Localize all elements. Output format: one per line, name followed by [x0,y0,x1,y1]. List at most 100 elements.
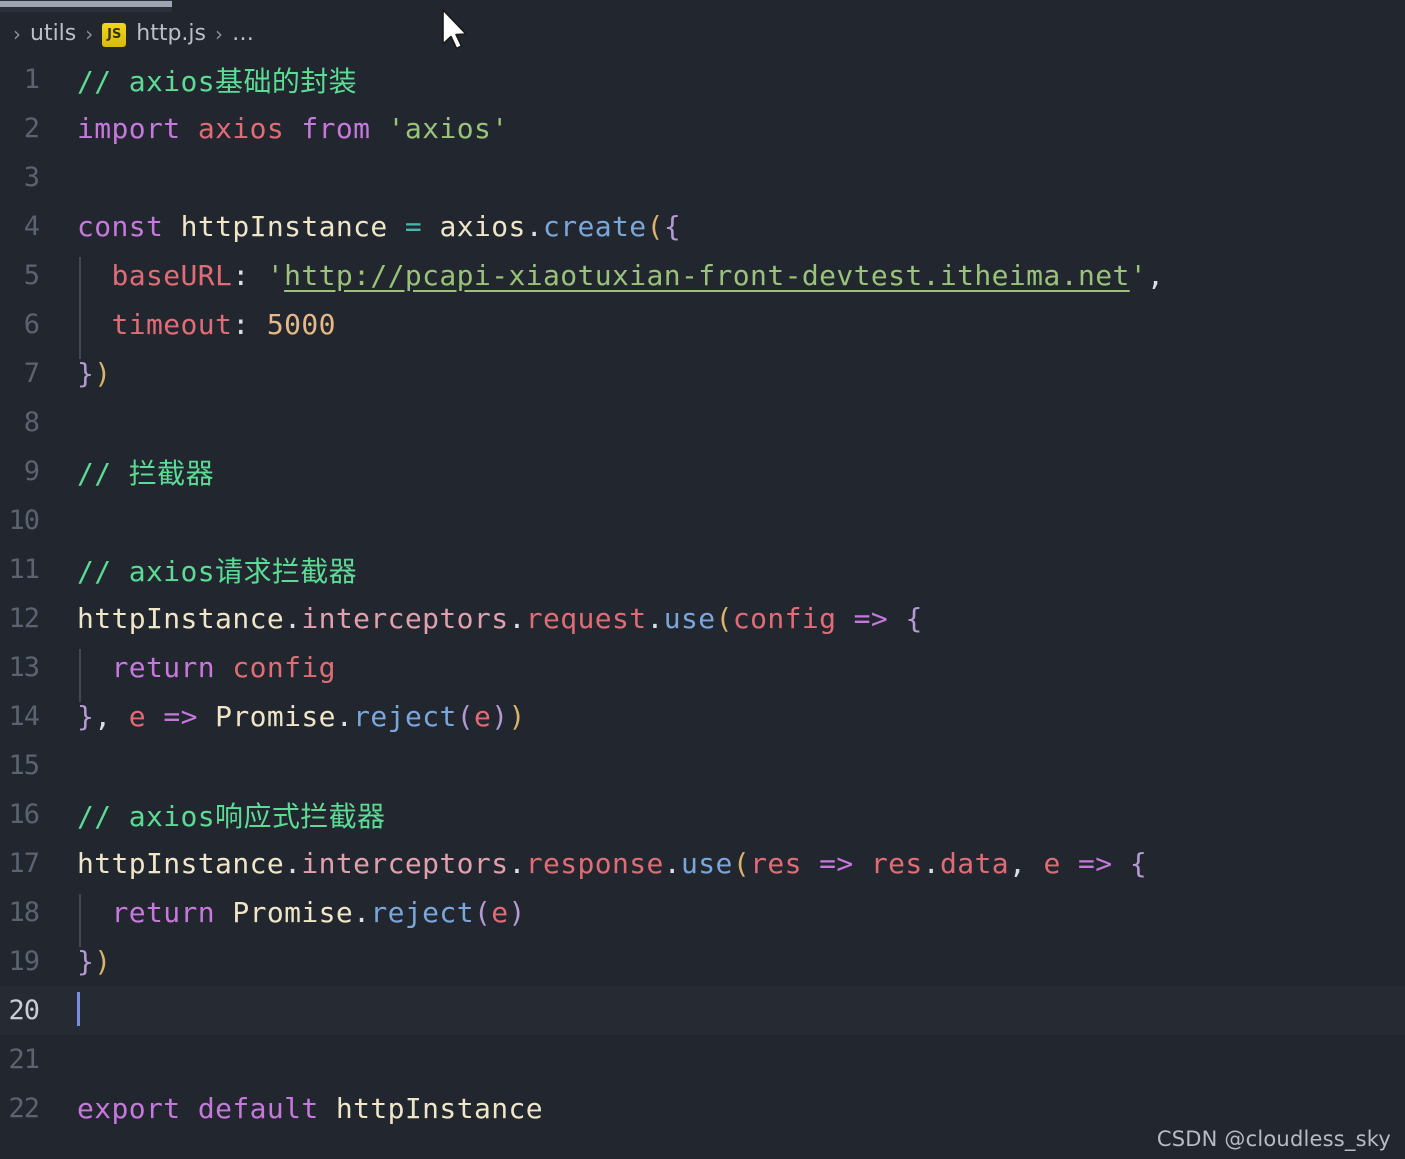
code-line-content[interactable]: timeout: 5000 [52,306,1405,359]
line-number: 13 [8,652,40,683]
code-token: . [663,847,682,880]
code-line-content[interactable]: }) [52,945,1405,978]
code-token: create [543,210,647,243]
code-line-content[interactable]: export default httpInstance [52,1092,1405,1125]
code-line-content[interactable]: return Promise.reject(e) [52,894,1405,947]
code-token: ( [732,847,751,880]
line-number: 22 [8,1093,40,1124]
code-line[interactable]: 3 [0,153,1405,202]
line-number: 10 [8,505,40,536]
code-line[interactable]: 4 const httpInstance = axios.create({ [0,202,1405,251]
code-token: . [508,602,526,635]
breadcrumb[interactable]: › utils › JS http.js › … [0,12,1405,55]
line-number: 19 [8,946,40,977]
code-line-content[interactable]: // axios基础的封装 [52,60,1405,100]
code-token: => [163,700,198,733]
code-token: const [77,210,164,243]
code-token: // axios基础的封装 [77,64,358,98]
line-number: 11 [8,554,40,585]
code-line-content[interactable]: }) [52,357,1405,390]
code-token: interceptors [301,602,509,635]
code-line[interactable]: 6 timeout: 5000 [0,300,1405,359]
line-number: 9 [23,456,40,487]
code-token: use [663,602,716,635]
code-token: request [525,602,647,635]
code-line[interactable]: 17 httpInstance.interceptors.response.use… [0,839,1405,888]
line-number: 5 [23,260,40,291]
code-line-content[interactable] [52,992,1405,1028]
chevron-right-icon: › [85,21,94,46]
code-token: ( [715,602,733,635]
code-token: ) [508,896,526,929]
code-line[interactable]: 18 return Promise.reject(e) [0,888,1405,947]
code-token: from [301,112,371,145]
code-line[interactable]: 20 [0,986,1405,1035]
line-number: 12 [8,603,40,634]
breadcrumb-item-folder[interactable]: utils [30,21,76,46]
code-line[interactable]: 21 [0,1035,1405,1084]
code-token: data [939,847,1009,880]
code-line[interactable]: 22 export default httpInstance [0,1084,1405,1133]
line-number: 4 [23,211,40,242]
code-token[interactable]: http://pcapi-xiaotuxian-front-devtest.it… [284,259,1130,292]
code-token: baseURL [111,259,233,292]
line-number: 21 [8,1044,40,1075]
code-token: } [77,357,95,390]
code-line-content[interactable]: import axios from 'axios' [52,112,1405,145]
code-token: // 拦截器 [77,456,214,490]
code-token: . [284,602,302,635]
code-editor[interactable]: 1// axios基础的封装 2 import axios from 'axios'… [0,55,1405,1159]
code-line[interactable]: 9 // 拦截器 [0,447,1405,496]
code-line-content[interactable]: const httpInstance = axios.create({ [52,210,1405,243]
code-line[interactable]: 5 baseURL: 'http://pcapi-xiaotuxian-fron… [0,251,1405,310]
code-line-content[interactable]: httpInstance.interceptors.response.use(r… [52,847,1405,880]
code-token: } [77,700,95,733]
code-line[interactable]: 11 // axios请求拦截器 [0,545,1405,594]
code-token: use [681,847,733,880]
code-token: 'axios' [387,112,509,145]
code-token: , [1147,259,1165,292]
code-token: , [94,700,129,733]
code-token: . [646,602,664,635]
code-line-content[interactable]: baseURL: 'http://pcapi-xiaotuxian-front-… [52,257,1405,310]
code-token: // axios响应式拦截器 [77,799,386,833]
code-line[interactable]: 2 import axios from 'axios' [0,104,1405,153]
code-token: e [473,700,492,733]
code-line-content[interactable]: httpInstance.interceptors.request.use(co… [52,602,1405,635]
code-line[interactable]: 16 // axios响应式拦截器 [0,790,1405,839]
code-line[interactable]: 7}) [0,349,1405,398]
code-line-content[interactable]: // axios响应式拦截器 [52,795,1405,835]
code-line[interactable]: 10 [0,496,1405,545]
code-token: return [111,896,216,929]
breadcrumb-item-symbols[interactable]: … [232,21,255,46]
code-line[interactable]: 13 return config [0,643,1405,702]
code-line[interactable]: 19}) [0,937,1405,986]
code-line-content[interactable]: // axios请求拦截器 [52,550,1405,590]
code-line[interactable]: 1 // axios基础的封装 [0,55,1405,104]
line-number: 7 [23,358,40,389]
code-line[interactable]: 8 [0,398,1405,447]
code-token: : [232,308,267,341]
code-line[interactable]: 14}, e => Promise.reject(e)) [0,692,1405,741]
line-number: 8 [23,407,40,438]
code-token: = [404,210,423,243]
code-token: e [1043,847,1061,880]
code-line[interactable]: 12 httpInstance.interceptors.request.use(… [0,594,1405,643]
chevron-right-icon: › [13,21,21,46]
breadcrumb-item-file[interactable]: http.js [136,21,206,46]
code-line-content[interactable]: // 拦截器 [52,452,1405,492]
code-token: ) [508,700,526,733]
line-number: 3 [23,162,40,193]
code-line-content[interactable]: }, e => Promise.reject(e)) [52,700,1405,733]
code-line-content[interactable]: return config [52,649,1405,702]
code-line[interactable]: 15 [0,741,1405,790]
active-tab-indicator [0,1,172,7]
